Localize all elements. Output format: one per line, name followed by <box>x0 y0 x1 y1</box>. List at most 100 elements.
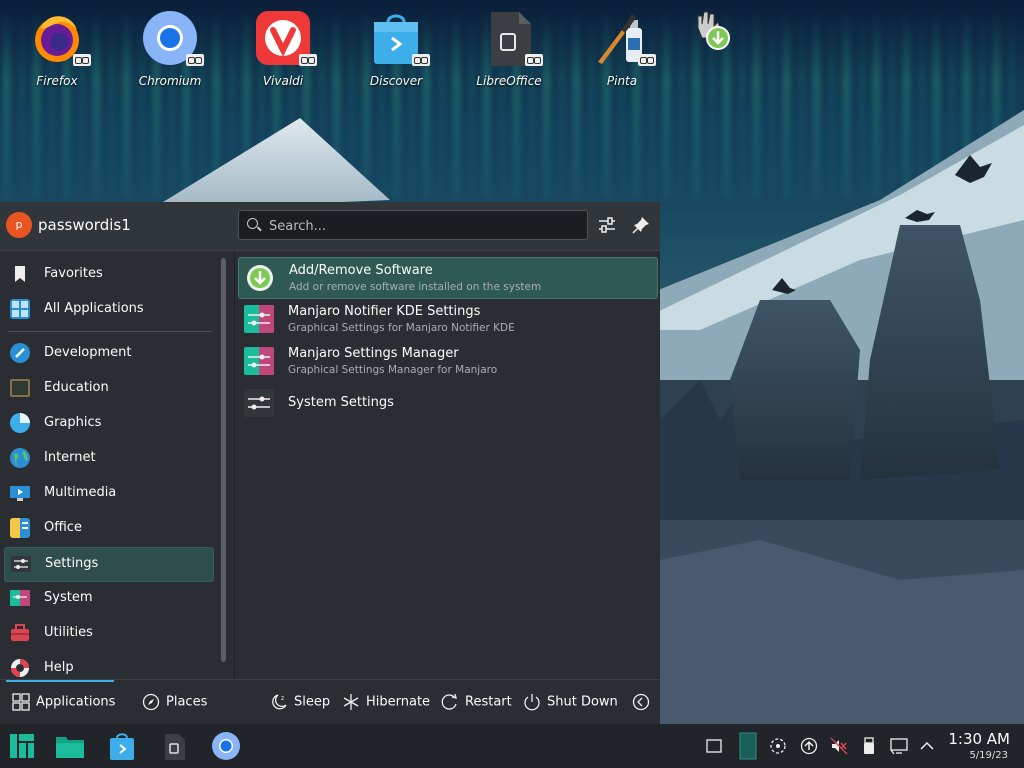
category-scrollbar[interactable] <box>221 258 226 662</box>
category-graphics[interactable]: Graphics <box>4 407 212 440</box>
category-favorites[interactable]: Favorites <box>4 258 212 291</box>
category-label: Help <box>44 660 74 675</box>
tab-applications[interactable]: Applications <box>12 693 115 711</box>
taskbar-libreoffice[interactable] <box>158 730 190 762</box>
button-label: Hibernate <box>366 694 431 710</box>
network-icon <box>770 738 786 754</box>
hibernate-button[interactable]: Hibernate <box>342 693 430 711</box>
link-badge-icon <box>299 54 317 66</box>
taskbar: 1:30 AM 5/19/23 <box>0 724 1024 768</box>
show-desktop-button[interactable] <box>705 737 723 755</box>
category-label: Settings <box>45 556 99 571</box>
development-icon <box>10 343 30 363</box>
tab-label: Places <box>166 694 208 710</box>
sliders-icon <box>599 217 615 233</box>
user-name: passwordis1 <box>38 216 131 234</box>
configure-button[interactable] <box>596 214 618 236</box>
category-utilities[interactable]: Utilities <box>4 617 212 650</box>
divider <box>8 331 212 332</box>
clock-time[interactable]: 1:30 AM <box>948 730 1010 748</box>
app-name: Manjaro Notifier KDE Settings <box>288 304 481 319</box>
desktop-icon-vivaldi[interactable]: Vivaldi <box>233 8 333 88</box>
tray-network-button[interactable] <box>769 737 787 755</box>
clock-date[interactable]: 5/19/23 <box>969 750 1008 761</box>
folder-icon <box>56 737 84 758</box>
category-internet[interactable]: Internet <box>4 442 212 475</box>
chevron-up-icon <box>920 741 934 750</box>
tray-usb-button[interactable] <box>860 737 878 755</box>
manjaro-settings-icon <box>244 305 274 333</box>
shutdown-button[interactable]: Shut Down <box>523 693 618 711</box>
category-multimedia[interactable]: Multimedia <box>4 477 212 510</box>
taskbar-discover[interactable] <box>106 730 138 762</box>
snowflake-icon <box>343 694 359 710</box>
multimedia-icon <box>10 486 30 501</box>
pager-button[interactable] <box>739 732 757 760</box>
category-development[interactable]: Development <box>4 337 212 370</box>
category-label: All Applications <box>44 301 144 316</box>
tray-updates-button[interactable] <box>800 737 818 755</box>
app-manjaro-notifier-settings[interactable]: Manjaro Notifier KDE Settings Graphical … <box>238 299 656 339</box>
category-list: Favorites All Applications Development E… <box>0 251 216 679</box>
desktop-icon-installer[interactable] <box>680 8 740 52</box>
desktop-icon-libreoffice[interactable]: LibreOffice <box>459 8 559 88</box>
search-box[interactable] <box>238 210 588 240</box>
power-icon <box>524 694 540 711</box>
app-description: Graphical Settings Manager for Manjaro <box>288 364 498 376</box>
app-add-remove-software[interactable]: Add/Remove Software Add or remove softwa… <box>238 257 658 299</box>
launcher-header: p passwordis1 <box>0 202 660 251</box>
chevron-left-icon <box>632 693 650 711</box>
app-name: Manjaro Settings Manager <box>288 346 459 361</box>
app-name: System Settings <box>288 395 394 410</box>
usb-drive-icon <box>864 737 874 754</box>
grid-icon <box>12 693 30 711</box>
restart-button[interactable]: Restart <box>441 693 512 711</box>
tab-places[interactable]: Places <box>142 693 207 711</box>
pin-button[interactable] <box>630 214 652 236</box>
education-icon <box>10 379 30 397</box>
desktop-icon-discover[interactable]: Discover <box>346 8 446 88</box>
tray-volume-button[interactable] <box>830 737 848 755</box>
category-all-applications[interactable]: All Applications <box>4 293 212 326</box>
sleep-button[interactable]: z Sleep <box>270 693 330 711</box>
category-label: Multimedia <box>44 485 117 500</box>
desktop-icon-pinta[interactable]: Pinta <box>572 8 672 88</box>
desktop-icon-label: Chromium <box>138 74 202 88</box>
tray-display-button[interactable] <box>890 737 908 755</box>
launcher-footer: Applications Places z Sleep Hibernate Re… <box>0 679 660 725</box>
search-input[interactable] <box>267 215 571 237</box>
app-system-settings[interactable]: System Settings <box>238 383 656 423</box>
update-icon <box>800 737 818 755</box>
system-icon <box>10 590 30 606</box>
link-badge-icon <box>638 54 656 66</box>
discover-icon <box>366 8 430 68</box>
volume-muted-icon <box>830 737 848 755</box>
settings-icon <box>11 556 31 572</box>
download-installer-icon <box>688 8 732 52</box>
virtual-desktop-icon <box>739 732 757 760</box>
tray-expand-button[interactable] <box>918 737 936 755</box>
link-badge-icon <box>412 54 430 66</box>
bookmark-icon <box>15 266 25 282</box>
button-label: Sleep <box>294 694 331 710</box>
app-manjaro-settings-manager[interactable]: Manjaro Settings Manager Graphical Setti… <box>238 341 656 381</box>
link-badge-icon <box>73 54 91 66</box>
category-label: Development <box>44 345 132 360</box>
desktop-icon-chromium[interactable]: Chromium <box>120 8 220 88</box>
vivaldi-icon <box>253 8 317 68</box>
toolbox-icon <box>11 624 29 641</box>
more-power-options-button[interactable] <box>632 693 656 711</box>
category-label: Office <box>44 520 82 535</box>
category-education[interactable]: Education <box>4 372 212 405</box>
user-avatar[interactable]: p <box>6 212 32 238</box>
category-system[interactable]: System <box>4 582 212 615</box>
category-settings[interactable]: Settings <box>4 547 214 582</box>
category-label: Utilities <box>44 625 93 640</box>
taskbar-chromium[interactable] <box>210 730 242 762</box>
compass-icon <box>142 693 160 711</box>
desktop-icon-label: Vivaldi <box>262 74 304 88</box>
category-office[interactable]: Office <box>4 512 212 545</box>
desktop-icon-firefox[interactable]: Firefox <box>7 8 107 88</box>
application-launcher-button[interactable] <box>6 730 38 762</box>
taskbar-file-manager[interactable] <box>54 730 86 762</box>
